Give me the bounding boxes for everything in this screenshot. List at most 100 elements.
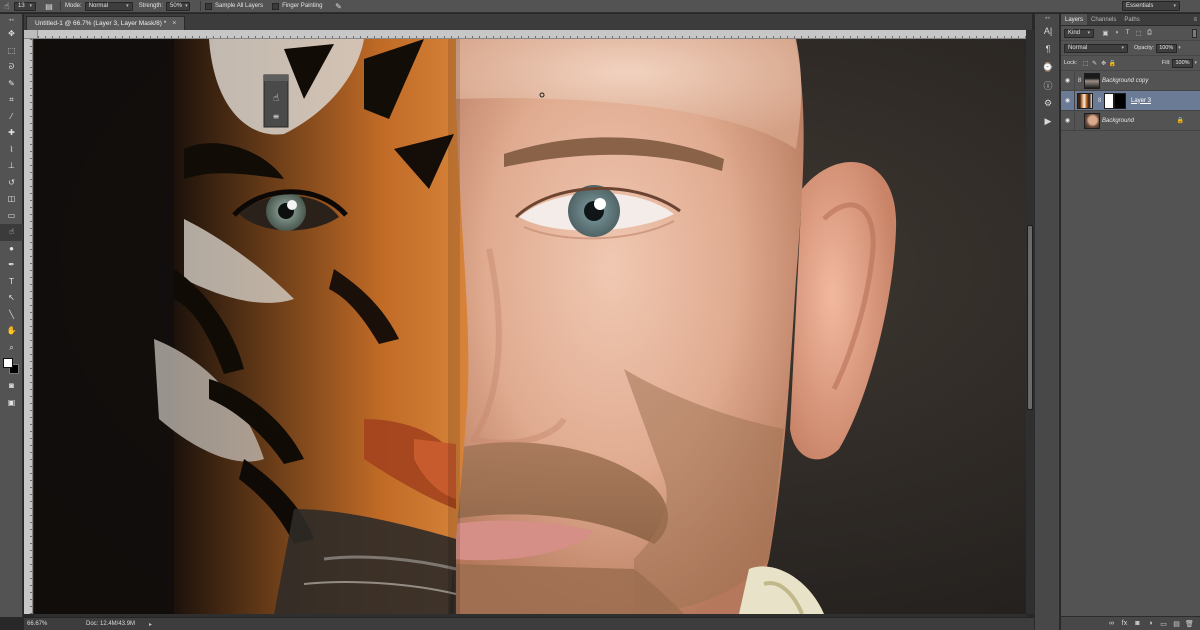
new-layer-icon[interactable]: ▤ — [1170, 620, 1183, 628]
pressure-icon[interactable]: ✎ — [331, 0, 345, 12]
status-menu-arrow-icon[interactable]: ▸ — [149, 621, 152, 628]
pen-tool-icon[interactable]: ✒ — [0, 257, 23, 274]
crop-tool-icon[interactable]: ⌗ — [0, 92, 23, 109]
clone-stamp-tool-icon[interactable]: ⊥ — [0, 158, 23, 175]
smudge-icon[interactable]: ☝ — [0, 0, 14, 12]
status-bar: 66.67% Doc: 12.4M/43.9M ▸ — [24, 617, 1034, 630]
character-panel-icon[interactable]: A| — [1035, 22, 1061, 40]
lock-transparent-icon[interactable]: ⬚ — [1081, 60, 1090, 67]
close-icon[interactable]: × — [172, 20, 176, 27]
add-mask-icon[interactable]: ◙ — [1131, 620, 1144, 627]
tool-presets-panel-icon[interactable]: ⚙ — [1035, 94, 1061, 112]
color-swatches — [0, 356, 23, 378]
quick-mask-tool-icon[interactable]: ◙ — [0, 378, 23, 395]
hand-tool-icon[interactable]: ✋ — [0, 323, 23, 340]
strength-input[interactable]: 50% ▾ — [166, 1, 191, 11]
vertical-scrollbar[interactable] — [1026, 30, 1034, 614]
tab-paths[interactable]: Paths — [1120, 14, 1143, 25]
lock-all-icon[interactable]: 🔒 — [1108, 60, 1117, 67]
trash-icon[interactable]: 🗑 — [1183, 620, 1196, 628]
layer-name[interactable]: Background — [1102, 118, 1134, 124]
layer-style-icon[interactable]: fx — [1118, 620, 1131, 627]
mask-link-icon[interactable]: 8 — [1095, 98, 1104, 104]
layer-row-background-copy[interactable]: ◉ 8 Background copy — [1061, 70, 1200, 91]
opacity-input[interactable]: 100% — [1156, 43, 1178, 53]
sample-all-layers-checkbox[interactable] — [205, 2, 213, 10]
document-tab-title: Untitled-1 @ 66.7% (Layer 3, Layer Mask/… — [35, 20, 167, 27]
zoom-tool-icon[interactable]: ⌕ — [0, 340, 23, 357]
chevron-down-icon[interactable]: ▾ — [1194, 60, 1197, 66]
lock-image-icon[interactable]: ✎ — [1090, 60, 1099, 67]
brush-panel-icon[interactable]: ▤ — [42, 0, 56, 12]
path-select-tool-icon[interactable]: ↖ — [0, 290, 23, 307]
adjustment-layer-icon[interactable]: ◑ — [1144, 620, 1157, 627]
paragraph-panel-icon[interactable]: ¶ — [1035, 40, 1061, 58]
adjustment-filter-icon[interactable]: ◑ — [1111, 29, 1122, 37]
document-canvas[interactable]: ☝ ≡ — [34, 39, 1026, 614]
horizontal-ruler[interactable] — [38, 30, 1026, 39]
info-panel-icon[interactable]: ⓘ — [1035, 76, 1061, 94]
floating-tool-popup[interactable]: ☝ ≡ — [263, 74, 289, 128]
move-tool-icon[interactable]: ✥ — [0, 26, 23, 43]
fill-input[interactable]: 100% — [1172, 58, 1194, 68]
lock-position-icon[interactable]: ✥ — [1099, 60, 1108, 67]
dodge-tool-icon[interactable]: ● — [0, 241, 23, 258]
layer-thumbnail[interactable] — [1077, 92, 1093, 109]
shape-tool-icon[interactable]: ╲ — [0, 307, 23, 324]
layer-row-background[interactable]: ◉ Background 🔒 — [1061, 110, 1200, 131]
sample-all-layers-option[interactable]: Sample All Layers — [205, 0, 266, 13]
ruler-origin[interactable] — [24, 30, 38, 39]
workspace-switcher[interactable]: Essentials ▾ — [1122, 1, 1180, 11]
type-tool-icon[interactable]: T — [0, 274, 23, 291]
vertical-ruler[interactable] — [24, 39, 33, 614]
marquee-tool-icon[interactable]: ⬚ — [0, 43, 23, 60]
lock-icons: ⬚ ✎ ✥ 🔒 — [1081, 60, 1117, 67]
tab-layers[interactable]: Layers — [1061, 14, 1088, 25]
smudge-tool-icon[interactable]: ☝ — [0, 224, 23, 241]
gradient-tool-icon[interactable]: ▭ — [0, 208, 23, 225]
healing-brush-tool-icon[interactable]: ✚ — [0, 125, 23, 142]
vertical-scrollbar-thumb[interactable] — [1027, 225, 1033, 410]
mode-control: Mode: Normal ▾ — [65, 0, 133, 13]
screen-mode-tool-icon[interactable]: ▣ — [0, 395, 23, 412]
tab-channels[interactable]: Channels — [1087, 14, 1120, 25]
actions-panel-icon[interactable]: ▶ — [1035, 112, 1061, 130]
eraser-tool-icon[interactable]: ◫ — [0, 191, 23, 208]
filter-kind-dropdown[interactable]: Kind ▾ — [1064, 28, 1094, 38]
visibility-eye-icon[interactable]: ◉ — [1061, 90, 1075, 111]
document-size-info: Doc: 12.4M/43.9M — [86, 621, 136, 627]
visibility-eye-icon[interactable]: ◉ — [1061, 70, 1075, 91]
panel-menu-icon[interactable]: ≡ — [1193, 14, 1200, 25]
dock-collapse-icon[interactable]: ◂◂ — [1035, 14, 1059, 22]
quick-select-tool-icon[interactable]: ✎ — [0, 76, 23, 93]
foreground-color-swatch[interactable] — [3, 358, 13, 368]
new-group-icon[interactable]: ▭ — [1157, 620, 1170, 628]
layer-name[interactable]: Background copy — [1102, 78, 1148, 84]
toolbar-collapse-icon[interactable]: ◂◂ — [0, 14, 22, 26]
lock-icon: 🔒 — [1176, 118, 1184, 124]
eyedropper-tool-icon[interactable]: ⁄ — [0, 109, 23, 126]
mode-dropdown[interactable]: Normal ▾ — [84, 1, 133, 11]
lasso-tool-icon[interactable]: ᘐ — [0, 59, 23, 76]
chevron-down-icon[interactable]: ▾ — [1178, 45, 1181, 51]
brush-tool-icon[interactable]: ⌇ — [0, 142, 23, 159]
type-filter-icon[interactable]: T — [1122, 29, 1133, 37]
history-panel-icon[interactable]: ⌚ — [1035, 58, 1061, 76]
shape-filter-icon[interactable]: ⬚ — [1133, 29, 1144, 37]
layer-mask-thumbnail[interactable] — [1104, 92, 1114, 109]
pixel-filter-icon[interactable]: ▣ — [1100, 29, 1111, 37]
filter-toggle[interactable] — [1192, 28, 1197, 38]
layer-mask-thumbnail-dark[interactable] — [1114, 92, 1126, 109]
finger-painting-checkbox[interactable] — [272, 2, 280, 10]
smart-object-filter-icon[interactable]: ⎙ — [1144, 29, 1155, 37]
finger-painting-option[interactable]: Finger Painting — [272, 0, 325, 13]
link-layers-icon[interactable]: ∞ — [1105, 620, 1118, 627]
brush-preset-picker[interactable]: 13 ▾ — [14, 0, 36, 13]
document-tab[interactable]: Untitled-1 @ 66.7% (Layer 3, Layer Mask/… — [26, 16, 186, 30]
blend-mode-dropdown[interactable]: Normal ▾ — [1064, 43, 1128, 53]
visibility-eye-icon[interactable]: ◉ — [1061, 110, 1075, 131]
zoom-level-field[interactable]: 66.67% — [24, 619, 58, 629]
history-brush-tool-icon[interactable]: ↺ — [0, 175, 23, 192]
layer-row-layer-3[interactable]: ◉ 8 Layer 3 — [1061, 90, 1200, 111]
layer-name[interactable]: Layer 3 — [1131, 98, 1151, 104]
